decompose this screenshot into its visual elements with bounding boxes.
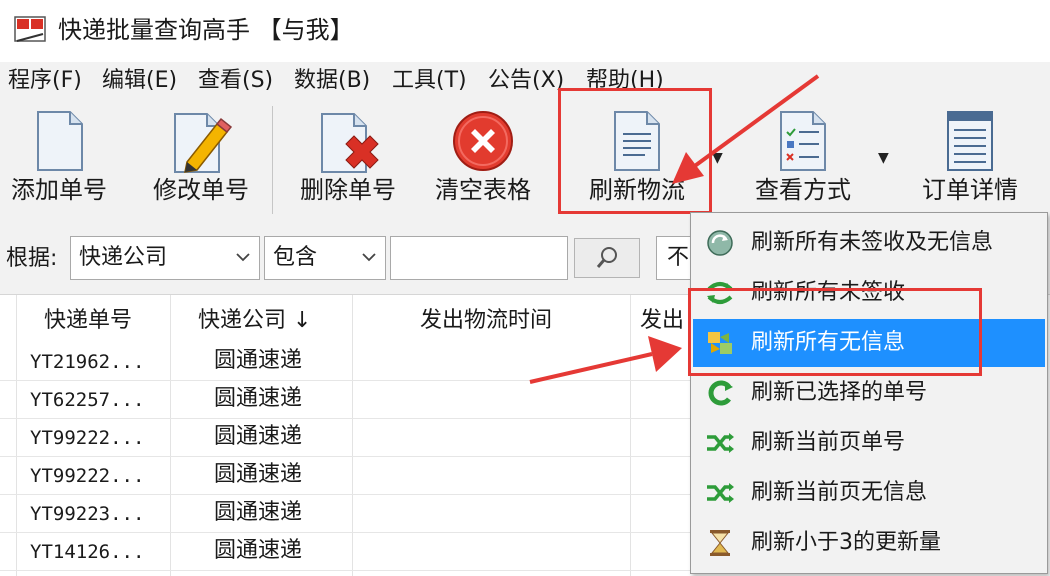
delete-number-label: 删除单号 xyxy=(300,176,396,204)
header-dispatch-from[interactable]: 发出 xyxy=(640,301,684,341)
menu-program[interactable]: 程序(F) xyxy=(8,66,82,96)
menu-item-label: 刷新已选择的单号 xyxy=(751,380,928,405)
new-document-icon xyxy=(37,111,83,171)
delete-number-button[interactable]: 删除单号 xyxy=(290,100,406,220)
menu-view[interactable]: 查看(S) xyxy=(198,66,273,96)
menu-edit[interactable]: 编辑(E) xyxy=(102,66,177,96)
shuffle-icon xyxy=(707,483,734,503)
tracking-number-cell: YT21962... xyxy=(30,351,145,373)
clear-x-circle-icon xyxy=(453,111,513,171)
edit-document-icon xyxy=(174,113,233,173)
menu-refresh-current-page[interactable]: 刷新当前页单号 xyxy=(693,419,1045,467)
hourglass-icon xyxy=(710,530,730,556)
edit-number-button[interactable]: 修改单号 xyxy=(144,100,258,220)
menu-refresh-selected[interactable]: 刷新已选择的单号 xyxy=(693,369,1045,417)
table-row[interactable]: YT21962... 圆通速递 xyxy=(0,343,700,381)
menu-item-label: 刷新当前页无信息 xyxy=(751,480,928,505)
chevron-down-icon xyxy=(236,253,250,262)
filter-extra-value: 不 xyxy=(667,245,690,270)
tracking-number-cell: YT99223... xyxy=(30,503,145,525)
courier-cell: 圆通速递 xyxy=(214,386,303,411)
add-number-label: 添加单号 xyxy=(11,176,107,204)
courier-cell: 圆通速递 xyxy=(214,500,303,525)
tracking-number-cell: YT99222... xyxy=(30,465,145,487)
filter-field-select[interactable]: 快递公司 xyxy=(70,236,260,280)
order-detail-button[interactable]: 订单详情 xyxy=(910,100,1030,220)
add-number-button[interactable]: 添加单号 xyxy=(2,100,116,220)
window-title: 快递批量查询高手 【与我】 xyxy=(58,16,354,44)
magnifier-icon xyxy=(596,247,617,268)
courier-cell: 圆通速递 xyxy=(214,462,303,487)
search-input[interactable] xyxy=(390,236,568,280)
refresh-button-highlight xyxy=(558,88,712,214)
refresh-globe-icon xyxy=(707,230,733,256)
courier-cell: 圆通速递 xyxy=(214,538,303,563)
shipment-table: 快递单号 快递公司 ↓ 发出物流时间 发出 YT21962... 圆通速递 YT… xyxy=(0,295,700,576)
menu-data[interactable]: 数据(B) xyxy=(294,66,370,96)
chevron-down-icon xyxy=(362,253,376,262)
menu-notice[interactable]: 公告(X) xyxy=(488,66,564,96)
delete-document-icon xyxy=(321,113,379,173)
search-button[interactable] xyxy=(574,238,640,278)
order-detail-icon xyxy=(947,111,993,171)
menu-item-label: 刷新所有未签收及无信息 xyxy=(751,230,994,255)
courier-cell: 圆通速递 xyxy=(214,424,303,449)
toolbar-separator xyxy=(272,106,273,214)
order-detail-label: 订单详情 xyxy=(922,176,1018,204)
courier-cell: 圆通速递 xyxy=(214,348,303,373)
menu-bar: 程序(F) 编辑(E) 查看(S) 数据(B) 工具(T) 公告(X) 帮助(H… xyxy=(0,62,1050,100)
filter-operator-value: 包含 xyxy=(273,245,318,270)
header-dispatch-time[interactable]: 发出物流时间 xyxy=(420,301,552,341)
refresh-dropdown-arrow-icon[interactable]: ▼ xyxy=(712,150,723,166)
toolbar: 添加单号 修改单号 删除单号 清空表格 刷新物流 ▼ 查看方式 ▼ 订单详情 xyxy=(0,100,1050,228)
menu-item-label: 刷新小于3的更新量 xyxy=(751,530,941,555)
tracking-number-cell: YT62257... xyxy=(30,389,145,411)
clear-table-button[interactable]: 清空表格 xyxy=(426,100,540,220)
edit-number-label: 修改单号 xyxy=(153,176,249,204)
refresh-c-icon xyxy=(708,380,733,406)
table-row[interactable]: YT14126... 圆通速递 xyxy=(0,533,700,571)
menu-item-label: 刷新当前页单号 xyxy=(751,430,906,455)
menu-refresh-unsigned-and-noinfo[interactable]: 刷新所有未签收及无信息 xyxy=(693,219,1045,267)
filter-label: 根据: xyxy=(6,246,58,271)
tracking-number-cell: YT99222... xyxy=(30,427,145,449)
menu-refresh-current-page-noinfo[interactable]: 刷新当前页无信息 xyxy=(693,469,1045,517)
tracking-number-cell: YT14126... xyxy=(30,541,145,563)
filter-field-value: 快递公司 xyxy=(79,245,168,270)
table-row[interactable]: YT99222... 圆通速递 xyxy=(0,419,700,457)
title-bar: 快递批量查询高手 【与我】 xyxy=(0,0,1050,62)
table-row[interactable]: YT62257... 圆通速递 xyxy=(0,381,700,419)
menu-tools[interactable]: 工具(T) xyxy=(392,66,467,96)
view-mode-button[interactable]: 查看方式 xyxy=(744,100,862,220)
app-logo-icon xyxy=(14,16,46,42)
menu-item-highlight xyxy=(688,288,982,376)
header-courier-company[interactable]: 快递公司 ↓ xyxy=(198,301,311,341)
filter-operator-select[interactable]: 包含 xyxy=(264,236,386,280)
table-row[interactable]: YT99223... 圆通速递 xyxy=(0,495,700,533)
view-mode-label: 查看方式 xyxy=(755,176,851,204)
refresh-dropdown-menu: 刷新所有未签收及无信息 刷新所有未签收 刷新所有无信息 刷新已选择的单号 刷新当… xyxy=(690,212,1048,574)
header-tracking-number[interactable]: 快递单号 xyxy=(44,301,132,341)
checklist-icon xyxy=(780,111,826,171)
menu-refresh-update-lt3[interactable]: 刷新小于3的更新量 xyxy=(693,519,1045,567)
view-dropdown-arrow-icon[interactable]: ▼ xyxy=(878,150,889,166)
shuffle-icon xyxy=(707,433,734,453)
clear-table-label: 清空表格 xyxy=(435,176,531,204)
table-row[interactable]: YT99222... 圆通速递 xyxy=(0,457,700,495)
